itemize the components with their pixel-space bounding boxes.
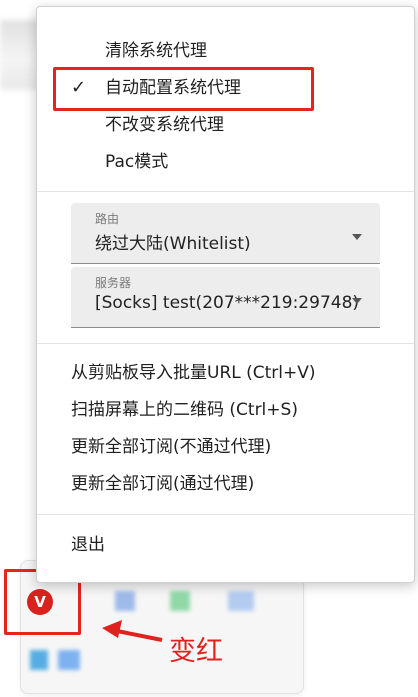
- dropdown-arrow-icon: [352, 298, 362, 304]
- annotation-arrow-icon: [102, 620, 163, 642]
- menu-item-clear-proxy[interactable]: 清除系统代理: [37, 35, 414, 67]
- server-select[interactable]: 服务器 [Socks] test(207***219:29748): [71, 267, 380, 328]
- blurred-tray-icon[interactable]: [170, 591, 190, 611]
- menu-item-import-clipboard[interactable]: 从剪贴板导入批量URL (Ctrl+V): [37, 357, 414, 389]
- divider: [37, 343, 414, 344]
- dropdown-arrow-icon: [352, 234, 362, 240]
- menu-item-pac-mode[interactable]: Pac模式: [37, 146, 414, 178]
- divider: [37, 191, 414, 192]
- annotation-text: 变红: [169, 636, 223, 667]
- menu-item-update-sub-proxy[interactable]: 更新全部订阅(通过代理): [37, 468, 414, 500]
- blurred-tray-icon[interactable]: [115, 591, 135, 611]
- blurred-tray-icon[interactable]: [30, 650, 48, 670]
- blurred-tray-icon[interactable]: [228, 591, 254, 611]
- route-select[interactable]: 路由 绕过大陆(Whitelist): [71, 203, 380, 264]
- menu-item-no-change-proxy[interactable]: 不改变系统代理: [37, 109, 414, 141]
- menu-item-exit[interactable]: 退出: [37, 529, 414, 561]
- menu-item-update-sub-direct[interactable]: 更新全部订阅(不通过代理): [37, 431, 414, 463]
- divider: [37, 514, 414, 515]
- menu-item-scan-qrcode[interactable]: 扫描屏幕上的二维码 (Ctrl+S): [37, 394, 414, 426]
- blurred-tray-icon[interactable]: [58, 650, 80, 670]
- highlight-box-auto-proxy: [53, 67, 314, 111]
